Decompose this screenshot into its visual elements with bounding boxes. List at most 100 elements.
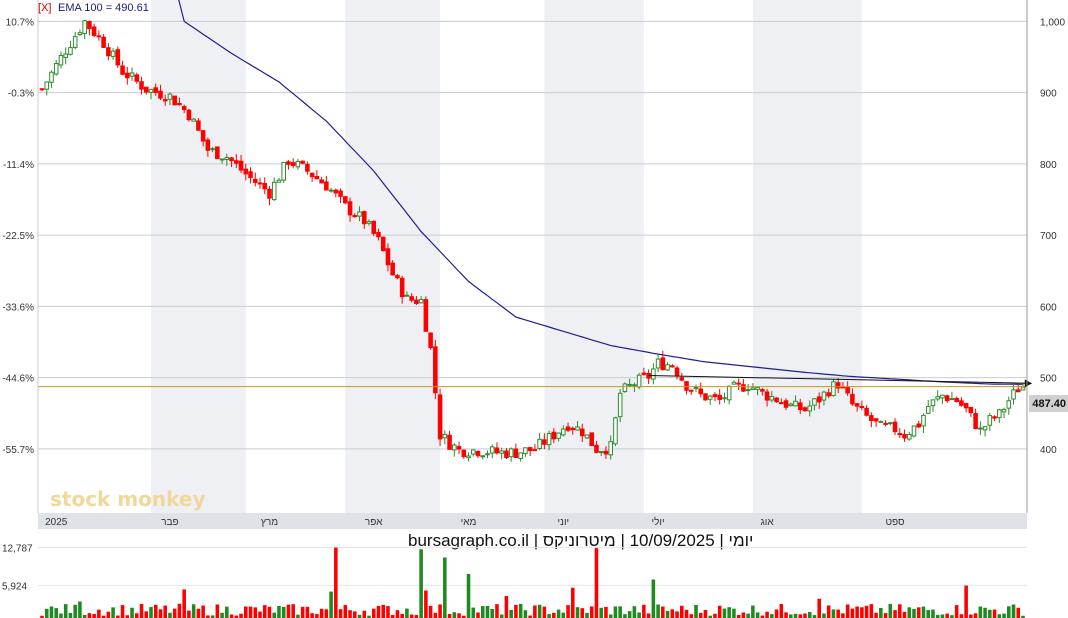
legend-close-marker[interactable]: [X] bbox=[38, 2, 51, 14]
volume-bar bbox=[954, 605, 959, 618]
volume-bar bbox=[277, 606, 281, 618]
volume-bar bbox=[106, 611, 111, 618]
candle-body bbox=[561, 428, 566, 436]
candle-body bbox=[167, 93, 173, 100]
volume-bar bbox=[201, 605, 205, 618]
volume-bar bbox=[319, 608, 324, 618]
candle-body bbox=[584, 434, 590, 439]
candle-body bbox=[153, 87, 159, 93]
volume-bar bbox=[831, 609, 836, 618]
candle-body bbox=[741, 384, 746, 392]
candle-body bbox=[575, 426, 580, 431]
volume-bar bbox=[362, 610, 367, 618]
volume-bar bbox=[44, 608, 49, 618]
candle-body bbox=[115, 49, 121, 66]
candle-body bbox=[357, 211, 362, 217]
volume-bar bbox=[153, 604, 158, 618]
right-axis-tick: 1,000 bbox=[1040, 17, 1065, 28]
candle-body bbox=[982, 426, 988, 431]
volume-bar bbox=[1006, 606, 1011, 618]
volume-bar bbox=[879, 607, 883, 618]
candle-body bbox=[679, 377, 685, 381]
candle-body bbox=[200, 130, 206, 142]
candle-body bbox=[300, 160, 305, 164]
volume-bar bbox=[893, 610, 897, 618]
right-axis-tick: 800 bbox=[1040, 160, 1057, 171]
candle-body bbox=[399, 277, 405, 298]
candle-body bbox=[674, 367, 680, 377]
candle-body bbox=[148, 88, 154, 93]
volume-bar bbox=[149, 607, 153, 618]
volume-bar bbox=[698, 612, 703, 618]
volume-tick: 5,924 bbox=[2, 581, 27, 592]
candle-body bbox=[181, 106, 187, 111]
candle-body bbox=[485, 453, 490, 456]
volume-bar bbox=[291, 604, 295, 618]
volume-bar bbox=[229, 614, 234, 618]
volume-panel: 12,787 5,924 bbox=[2, 544, 1027, 618]
volume-bar bbox=[49, 606, 54, 618]
candle-body bbox=[513, 448, 519, 459]
volume-bar bbox=[471, 607, 476, 618]
candle-body bbox=[973, 413, 978, 430]
volume-bar bbox=[670, 609, 675, 618]
volume-bar bbox=[713, 613, 717, 618]
chart-caption: יומי | 10/09/2025 | מיטרוניקס | bursagra… bbox=[408, 531, 753, 550]
x-axis-label: 2025 bbox=[45, 517, 68, 528]
candle-body bbox=[641, 372, 647, 375]
volume-bar bbox=[248, 606, 253, 618]
candle-body bbox=[963, 402, 969, 409]
candle-body bbox=[906, 433, 912, 440]
volume-bar bbox=[499, 614, 504, 618]
candle-body bbox=[797, 402, 803, 411]
volume-bar bbox=[969, 614, 973, 618]
candle-body bbox=[219, 158, 225, 161]
candle-body bbox=[470, 449, 476, 455]
watermark: stock monkey bbox=[50, 487, 206, 511]
volume-bar bbox=[642, 604, 646, 618]
volume-bar bbox=[73, 604, 77, 618]
candle-body bbox=[324, 181, 329, 191]
candle-body bbox=[523, 447, 528, 455]
candle-body bbox=[1020, 386, 1026, 391]
candle-body bbox=[556, 432, 561, 439]
volume-bar bbox=[684, 609, 689, 618]
candle-body bbox=[423, 299, 429, 332]
candle-body bbox=[442, 433, 448, 439]
volume-bar bbox=[144, 611, 149, 618]
candle-body bbox=[935, 396, 940, 400]
volume-bar bbox=[419, 549, 423, 618]
candle-body bbox=[508, 448, 514, 458]
candle-body bbox=[537, 438, 542, 450]
volume-bar bbox=[376, 605, 381, 618]
volume-bar bbox=[196, 608, 201, 618]
candle-body bbox=[456, 446, 462, 450]
volume-bar bbox=[338, 609, 343, 618]
candle-body bbox=[897, 433, 903, 436]
candle-body bbox=[134, 74, 140, 82]
volume-bar bbox=[1011, 604, 1016, 618]
candle-body bbox=[627, 383, 632, 386]
volume-bar bbox=[267, 606, 272, 618]
x-axis-strip bbox=[38, 513, 1027, 529]
volume-bar bbox=[457, 613, 461, 618]
candle-body bbox=[68, 47, 73, 55]
volume-bar bbox=[679, 605, 684, 618]
candle-body bbox=[997, 409, 1002, 419]
candle-body bbox=[665, 364, 670, 371]
volume-bar bbox=[599, 607, 604, 618]
volume-bar bbox=[552, 612, 556, 618]
volume-bar bbox=[504, 596, 509, 618]
candle-body bbox=[949, 398, 955, 401]
volume-bar bbox=[926, 610, 931, 618]
volume-bar bbox=[727, 607, 731, 618]
x-axis-label: יולי bbox=[652, 516, 665, 528]
candle-body bbox=[257, 182, 263, 185]
volume-bar bbox=[59, 613, 63, 618]
candle-body bbox=[769, 395, 775, 401]
candle-body bbox=[106, 47, 111, 57]
candle-body bbox=[888, 422, 893, 425]
candle-body bbox=[82, 20, 87, 34]
x-axis-label: אפר bbox=[365, 517, 383, 528]
candle-body bbox=[125, 72, 130, 79]
